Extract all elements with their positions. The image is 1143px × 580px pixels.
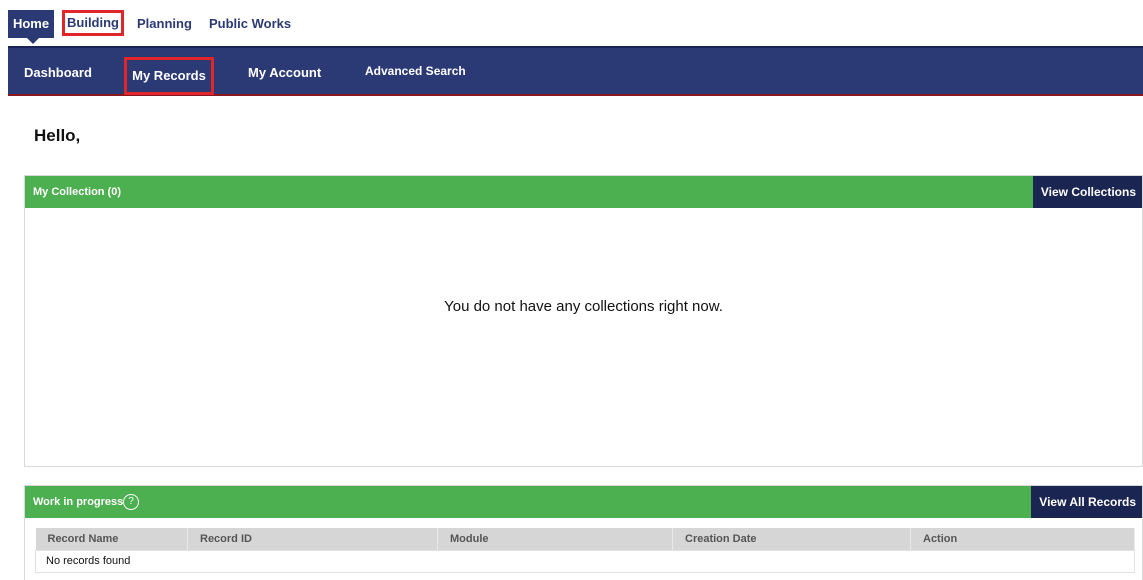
question-circle-icon[interactable]: ? xyxy=(123,494,139,510)
module-tab-planning[interactable]: Planning xyxy=(137,11,192,37)
collection-panel: My Collection (0) View Collections You d… xyxy=(24,175,1143,467)
table-row: No records found xyxy=(35,549,1135,573)
nav-my-records[interactable]: My Records xyxy=(124,57,214,95)
main-nav: Dashboard My Records My Account Advanced… xyxy=(8,46,1143,96)
no-records-message: No records found xyxy=(35,549,1135,573)
column-record-name[interactable]: Record Name xyxy=(35,528,188,550)
table-header-row: Record Name Record ID Module Creation Da… xyxy=(35,528,1135,550)
column-module[interactable]: Module xyxy=(437,528,673,550)
module-tab-home[interactable]: Home xyxy=(8,10,54,44)
nav-dashboard[interactable]: Dashboard xyxy=(24,48,92,94)
nav-my-account[interactable]: My Account xyxy=(248,48,321,94)
wip-title: Work in progress xyxy=(33,496,124,508)
view-collections-button[interactable]: View Collections xyxy=(1032,176,1142,208)
module-tab-bar: Home Building Planning Public Works xyxy=(0,0,1143,46)
module-tab-building[interactable]: Building xyxy=(62,10,124,36)
wip-panel-header: Work in progress ? View All Records xyxy=(25,486,1142,518)
module-tab-home-label: Home xyxy=(12,16,50,31)
active-caret-icon xyxy=(27,38,39,44)
nav-advanced-search[interactable]: Advanced Search xyxy=(365,48,466,94)
view-all-records-button[interactable]: View All Records xyxy=(1031,486,1142,518)
greeting: Hello, xyxy=(34,126,81,145)
work-in-progress-panel: Work in progress ? View All Records Reco… xyxy=(24,485,1143,580)
collection-title: My Collection (0) xyxy=(33,186,122,198)
column-record-id[interactable]: Record ID xyxy=(187,528,438,550)
collection-panel-header: My Collection (0) View Collections xyxy=(25,176,1142,208)
records-table: Record Name Record ID Module Creation Da… xyxy=(35,528,1135,573)
column-action: Action xyxy=(910,528,1135,550)
collection-empty-message: You do not have any collections right no… xyxy=(444,298,723,315)
column-creation-date[interactable]: Creation Date xyxy=(672,528,911,550)
module-tab-public-works[interactable]: Public Works xyxy=(209,11,291,37)
